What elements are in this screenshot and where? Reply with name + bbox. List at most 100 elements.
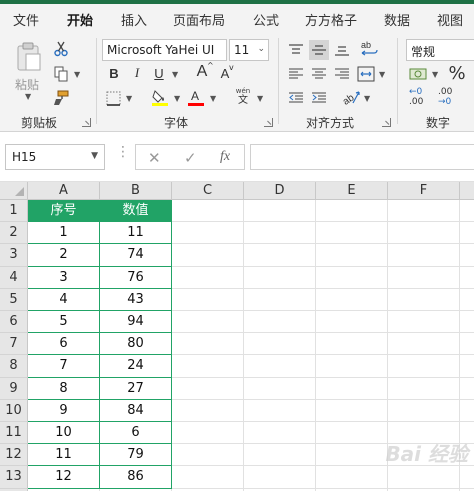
empty-cell[interactable] [316, 244, 388, 267]
empty-cell[interactable] [172, 444, 244, 467]
merge-center-icon[interactable] [356, 64, 376, 84]
borders-icon[interactable] [104, 89, 122, 107]
row-header[interactable]: 8 [0, 355, 28, 378]
table-cell[interactable]: 86 [100, 466, 172, 489]
fill-color-icon[interactable] [150, 87, 170, 107]
empty-cell[interactable] [244, 244, 316, 267]
empty-cell[interactable] [460, 222, 474, 245]
table-cell[interactable]: 24 [100, 355, 172, 378]
phonetic-dropdown-icon[interactable]: ▼ [257, 94, 263, 103]
empty-cell[interactable] [244, 266, 316, 289]
bold-button[interactable]: B [106, 64, 122, 82]
font-size-select[interactable]: 11 ⌄ [229, 39, 269, 61]
italic-button[interactable]: I [129, 64, 145, 82]
formula-input[interactable] [250, 144, 474, 170]
empty-cell[interactable] [460, 355, 474, 378]
table-cell[interactable]: 11 [28, 444, 100, 467]
name-box[interactable]: H15 ▼ [5, 144, 105, 170]
empty-cell[interactable] [172, 422, 244, 445]
table-cell[interactable]: 7 [28, 355, 100, 378]
empty-cell[interactable] [172, 266, 244, 289]
empty-cell[interactable] [172, 200, 244, 223]
tab-insert[interactable]: 插入 [121, 10, 147, 29]
tab-file[interactable]: 文件 [13, 10, 39, 29]
row-header[interactable]: 1 [0, 200, 28, 223]
paste-icon[interactable] [12, 40, 46, 74]
percent-button[interactable]: % [447, 62, 467, 84]
table-cell[interactable]: 4 [28, 288, 100, 311]
alignment-launcher-icon[interactable] [382, 118, 391, 127]
empty-cell[interactable] [460, 311, 474, 334]
empty-cell[interactable] [244, 355, 316, 378]
fill-color-dropdown-icon[interactable]: ▼ [174, 94, 180, 103]
column-header-c[interactable]: C [172, 182, 244, 200]
empty-cell[interactable] [460, 244, 474, 267]
empty-cell[interactable] [172, 333, 244, 356]
empty-cell[interactable] [388, 244, 460, 267]
table-cell[interactable]: 94 [100, 311, 172, 334]
empty-cell[interactable] [172, 399, 244, 422]
table-cell[interactable]: 3 [28, 266, 100, 289]
select-all-button[interactable] [0, 182, 28, 200]
column-header-e[interactable]: E [316, 182, 388, 200]
empty-cell[interactable] [172, 466, 244, 489]
decrease-indent-icon[interactable] [286, 89, 306, 107]
increase-indent-icon[interactable] [309, 89, 329, 107]
column-header-a[interactable]: A [28, 182, 100, 200]
table-cell[interactable]: 5 [28, 311, 100, 334]
empty-cell[interactable] [316, 266, 388, 289]
column-header-f[interactable]: F [388, 182, 460, 200]
empty-cell[interactable] [460, 200, 474, 223]
merge-dropdown-icon[interactable]: ▼ [379, 70, 385, 79]
row-header[interactable]: 12 [0, 444, 28, 467]
align-left-icon[interactable] [286, 65, 306, 83]
empty-cell[interactable] [460, 289, 474, 311]
empty-cell[interactable] [388, 377, 460, 400]
table-cell[interactable]: 10 [28, 422, 100, 445]
empty-cell[interactable] [460, 267, 474, 289]
format-painter-icon[interactable] [52, 89, 70, 107]
empty-cell[interactable] [316, 355, 388, 378]
row-header[interactable]: 9 [0, 377, 28, 400]
decrease-decimal-button[interactable]: .00 →0 [438, 87, 460, 109]
enter-icon[interactable]: ✓ [184, 149, 197, 167]
empty-cell[interactable] [244, 466, 316, 489]
number-format-select[interactable]: 常规 [406, 39, 474, 61]
table-cell[interactable]: 12 [28, 466, 100, 489]
orientation-dropdown-icon[interactable]: ▼ [364, 94, 370, 103]
row-header[interactable]: 6 [0, 311, 28, 334]
empty-cell[interactable] [172, 311, 244, 334]
row-header[interactable]: 4 [0, 266, 28, 289]
empty-cell[interactable] [244, 222, 316, 245]
underline-button[interactable]: U [151, 64, 167, 82]
empty-cell[interactable] [172, 377, 244, 400]
empty-cell[interactable] [388, 222, 460, 245]
empty-cell[interactable] [460, 400, 474, 422]
column-header-b[interactable]: B [100, 182, 172, 200]
empty-cell[interactable] [388, 333, 460, 356]
empty-cell[interactable] [316, 377, 388, 400]
row-header[interactable]: 7 [0, 333, 28, 356]
table-cell[interactable]: 1 [28, 222, 100, 245]
empty-cell[interactable] [172, 222, 244, 245]
table-header-cell[interactable]: 数值 [100, 200, 172, 223]
column-header-d[interactable]: D [244, 182, 316, 200]
empty-cell[interactable] [460, 378, 474, 400]
empty-cell[interactable] [460, 466, 474, 489]
align-bottom-icon[interactable] [332, 40, 352, 60]
empty-cell[interactable] [244, 200, 316, 223]
row-header[interactable]: 13 [0, 466, 28, 489]
font-color-icon[interactable]: A [186, 87, 206, 107]
row-header[interactable]: 10 [0, 399, 28, 422]
empty-cell[interactable] [316, 444, 388, 467]
empty-cell[interactable] [388, 355, 460, 378]
cancel-icon[interactable]: ✕ [148, 149, 161, 167]
empty-cell[interactable] [244, 311, 316, 334]
clipboard-launcher-icon[interactable] [82, 118, 91, 127]
empty-cell[interactable] [316, 311, 388, 334]
insert-function-icon[interactable]: fx [220, 149, 230, 165]
row-header[interactable]: 2 [0, 222, 28, 245]
empty-cell[interactable] [316, 466, 388, 489]
borders-dropdown-icon[interactable]: ▼ [126, 94, 132, 103]
row-header[interactable]: 11 [0, 422, 28, 445]
